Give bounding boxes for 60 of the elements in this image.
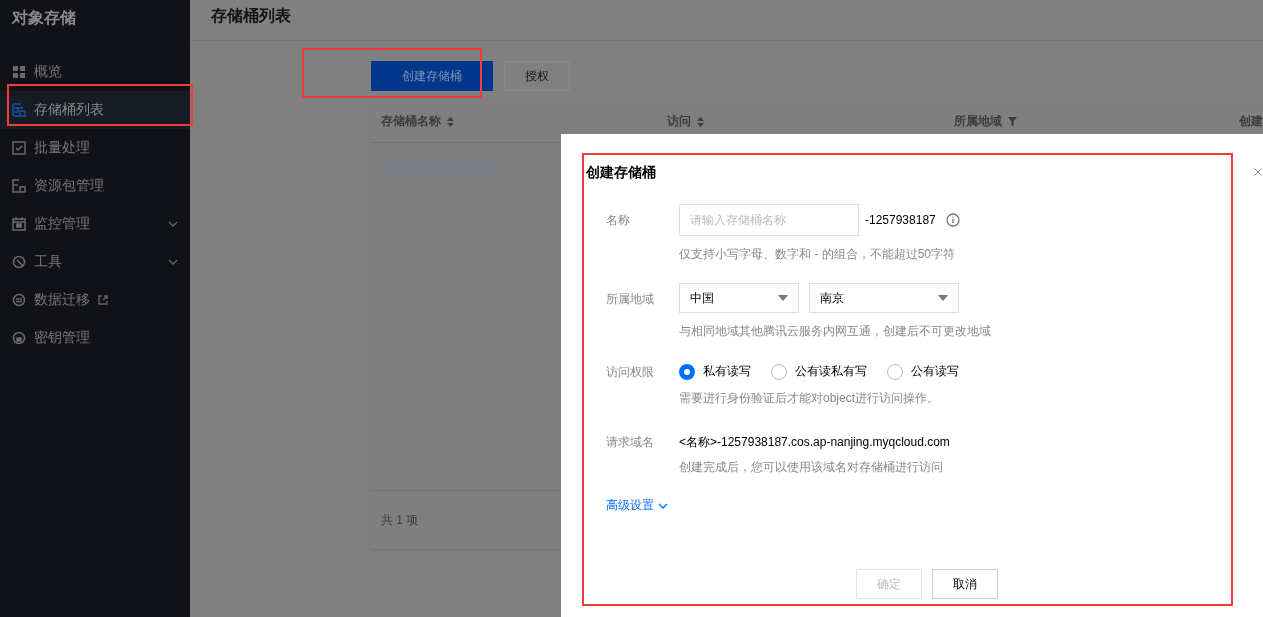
column-header: 创建: [1239, 113, 1263, 130]
radio-label: 公有读私有写: [795, 363, 867, 380]
calendar-icon: [12, 217, 26, 231]
column-header: 存储桶名称: [381, 113, 441, 130]
access-radio[interactable]: 私有读写: [679, 363, 751, 380]
sidebar-item[interactable]: 密钥管理: [0, 319, 190, 357]
sort-icon[interactable]: [697, 116, 704, 127]
cancel-button[interactable]: 取消: [932, 569, 998, 599]
sidebar-item[interactable]: 监控管理: [0, 205, 190, 243]
filter-icon[interactable]: [1008, 117, 1017, 126]
sidebar-item[interactable]: 存储桶列表: [0, 91, 190, 129]
app-title: 对象存储: [10, 8, 77, 28]
checkbox-icon: [12, 141, 26, 155]
page-title: 存储桶列表: [211, 5, 291, 26]
advanced-settings-link[interactable]: 高级设置: [606, 497, 1263, 514]
region-select[interactable]: 中国: [679, 283, 799, 313]
radio-dot[interactable]: [679, 363, 695, 380]
radio-dot[interactable]: [887, 363, 903, 380]
sidebar-item[interactable]: 概览: [0, 53, 190, 91]
chevron-down-icon: [658, 502, 668, 509]
package-icon: [12, 179, 26, 193]
domain-value: <名称>-1257938187.cos.ap-nanjing.myqcloud.com: [679, 434, 950, 451]
sidebar-item[interactable]: 批量处理: [0, 129, 190, 167]
field-label: 名称: [606, 212, 631, 229]
field-label: 请求域名: [606, 434, 655, 451]
lock-icon: [12, 331, 26, 345]
dropdown-caret-icon: [778, 295, 788, 301]
hint-text: 创建完成后，您可以使用该域名对存储桶进行访问: [679, 459, 944, 476]
dropdown-caret-icon: [938, 295, 948, 301]
region-select[interactable]: 南京: [809, 283, 959, 313]
hint-text: 仅支持小写字母、数字和 - 的组合，不能超过50字符: [679, 246, 956, 263]
bucket-name-field[interactable]: 请输入存储桶名称: [679, 204, 859, 236]
column-header: 所属地域: [954, 113, 1002, 130]
sort-icon[interactable]: [447, 116, 454, 127]
authorize-button[interactable]: 授权: [504, 61, 570, 91]
hint-text: 需要进行身份验证后才能对object进行访问操作。: [679, 390, 941, 407]
sidebar-item[interactable]: 资源包管理: [0, 167, 190, 205]
chevron-down-icon: [168, 259, 178, 265]
dialog-title: 创建存储桶: [586, 164, 656, 182]
radio-label: 私有读写: [703, 363, 751, 380]
external-link-icon: [98, 295, 108, 305]
chevron-down-icon: [168, 221, 178, 227]
radio-label: 公有读写: [911, 363, 959, 380]
sidebar-item[interactable]: 数据迁移: [0, 281, 190, 319]
field-label: 访问权限: [606, 364, 655, 381]
info-icon[interactable]: [945, 213, 960, 227]
total-count: 共 1 项: [381, 511, 419, 529]
field-label: 所属地域: [606, 291, 655, 308]
sidebar-item[interactable]: 工具: [0, 243, 190, 281]
access-radio[interactable]: 公有读写: [887, 363, 959, 380]
access-radio[interactable]: 公有读私有写: [771, 363, 867, 380]
column-header: 访问: [667, 113, 691, 130]
hint-text: 与相同地域其他腾讯云服务内网互通，创建后不可更改地域: [679, 323, 991, 340]
create-button[interactable]: 创建存储桶: [371, 61, 493, 91]
database-icon: [12, 103, 26, 117]
grid-icon: [12, 65, 26, 79]
close-icon[interactable]: [1251, 165, 1263, 179]
app-id-suffix: -1257938187: [865, 213, 936, 227]
radio-dot[interactable]: [771, 363, 787, 380]
transfer-icon: [12, 293, 26, 307]
